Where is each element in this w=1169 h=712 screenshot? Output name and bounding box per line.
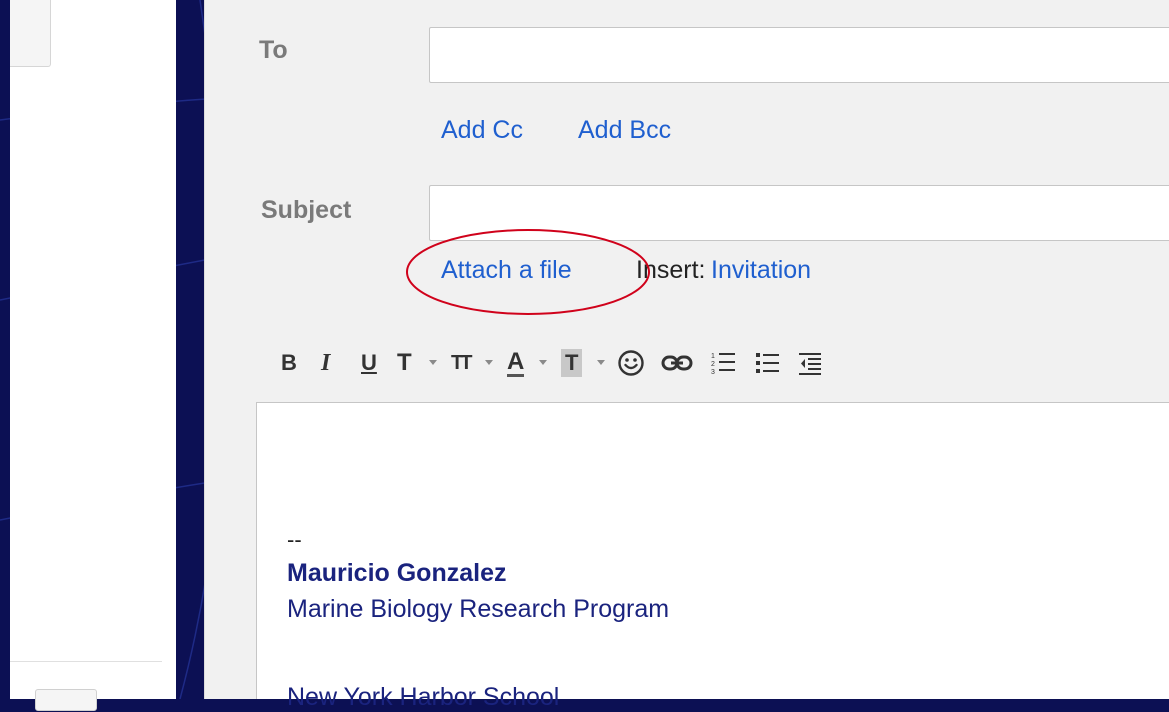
underline-icon: U xyxy=(361,350,377,375)
left-panel-button[interactable] xyxy=(35,689,97,711)
underline-button[interactable]: U xyxy=(361,343,377,383)
compose-button[interactable] xyxy=(10,0,51,67)
highlight-icon: T xyxy=(561,349,583,377)
signature-name: Mauricio Gonzalez xyxy=(287,559,507,587)
link-button[interactable] xyxy=(661,343,693,383)
italic-button[interactable]: I xyxy=(321,343,330,383)
indent-icon xyxy=(799,353,821,375)
font-size-icon: TT xyxy=(451,351,473,374)
left-panel-divider xyxy=(10,661,162,662)
subject-label: Subject xyxy=(261,196,352,224)
text-color-icon: A xyxy=(507,347,525,377)
subject-input[interactable] xyxy=(429,185,1169,241)
bulleted-list-icon xyxy=(756,353,779,373)
to-label: To xyxy=(259,36,288,64)
indent-button[interactable] xyxy=(799,343,821,383)
font-size-dropdown-caret[interactable] xyxy=(485,360,493,365)
bulleted-list-button[interactable] xyxy=(755,343,781,383)
formatting-toolbar: B I U T TT A T 1 2 3 xyxy=(271,343,1169,383)
link-icon xyxy=(661,355,693,371)
add-cc-link[interactable]: Add Cc xyxy=(441,116,523,145)
font-button[interactable]: T xyxy=(397,343,412,383)
compose-panel: To Add Cc Add Bcc Subject Attach a file … xyxy=(204,0,1169,711)
svg-text:2: 2 xyxy=(711,361,715,368)
bold-icon: B xyxy=(281,350,297,375)
insert-invitation-link[interactable]: Invitation xyxy=(711,256,811,285)
signature-program: Marine Biology Research Program xyxy=(287,595,670,623)
left-navigation-panel xyxy=(10,0,176,711)
bold-button[interactable]: B xyxy=(281,343,297,383)
font-dropdown-caret[interactable] xyxy=(429,360,437,365)
signature-separator: -- xyxy=(287,527,302,552)
attach-file-link[interactable]: Attach a file xyxy=(441,256,572,285)
emoji-button[interactable] xyxy=(617,343,645,383)
numbered-list-button[interactable]: 1 2 3 xyxy=(711,343,737,383)
svg-text:1: 1 xyxy=(711,353,715,360)
text-color-button[interactable]: A xyxy=(507,343,525,383)
highlight-button[interactable]: T xyxy=(561,343,583,383)
add-bcc-link[interactable]: Add Bcc xyxy=(578,116,671,145)
emoji-icon xyxy=(618,350,644,376)
svg-text:3: 3 xyxy=(711,369,715,376)
italic-icon: I xyxy=(321,349,331,376)
font-icon: T xyxy=(397,349,412,376)
highlight-dropdown-caret[interactable] xyxy=(597,360,605,365)
numbered-list-icon: 1 2 3 xyxy=(711,353,735,376)
text-color-dropdown-caret[interactable] xyxy=(539,360,547,365)
insert-label: Insert: xyxy=(636,256,706,284)
to-input[interactable] xyxy=(429,27,1169,83)
font-size-button[interactable]: TT xyxy=(451,343,473,383)
signature-school: New York Harbor School xyxy=(287,683,560,711)
message-body-editor[interactable]: -- Mauricio Gonzalez Marine Biology Rese… xyxy=(256,402,1169,711)
